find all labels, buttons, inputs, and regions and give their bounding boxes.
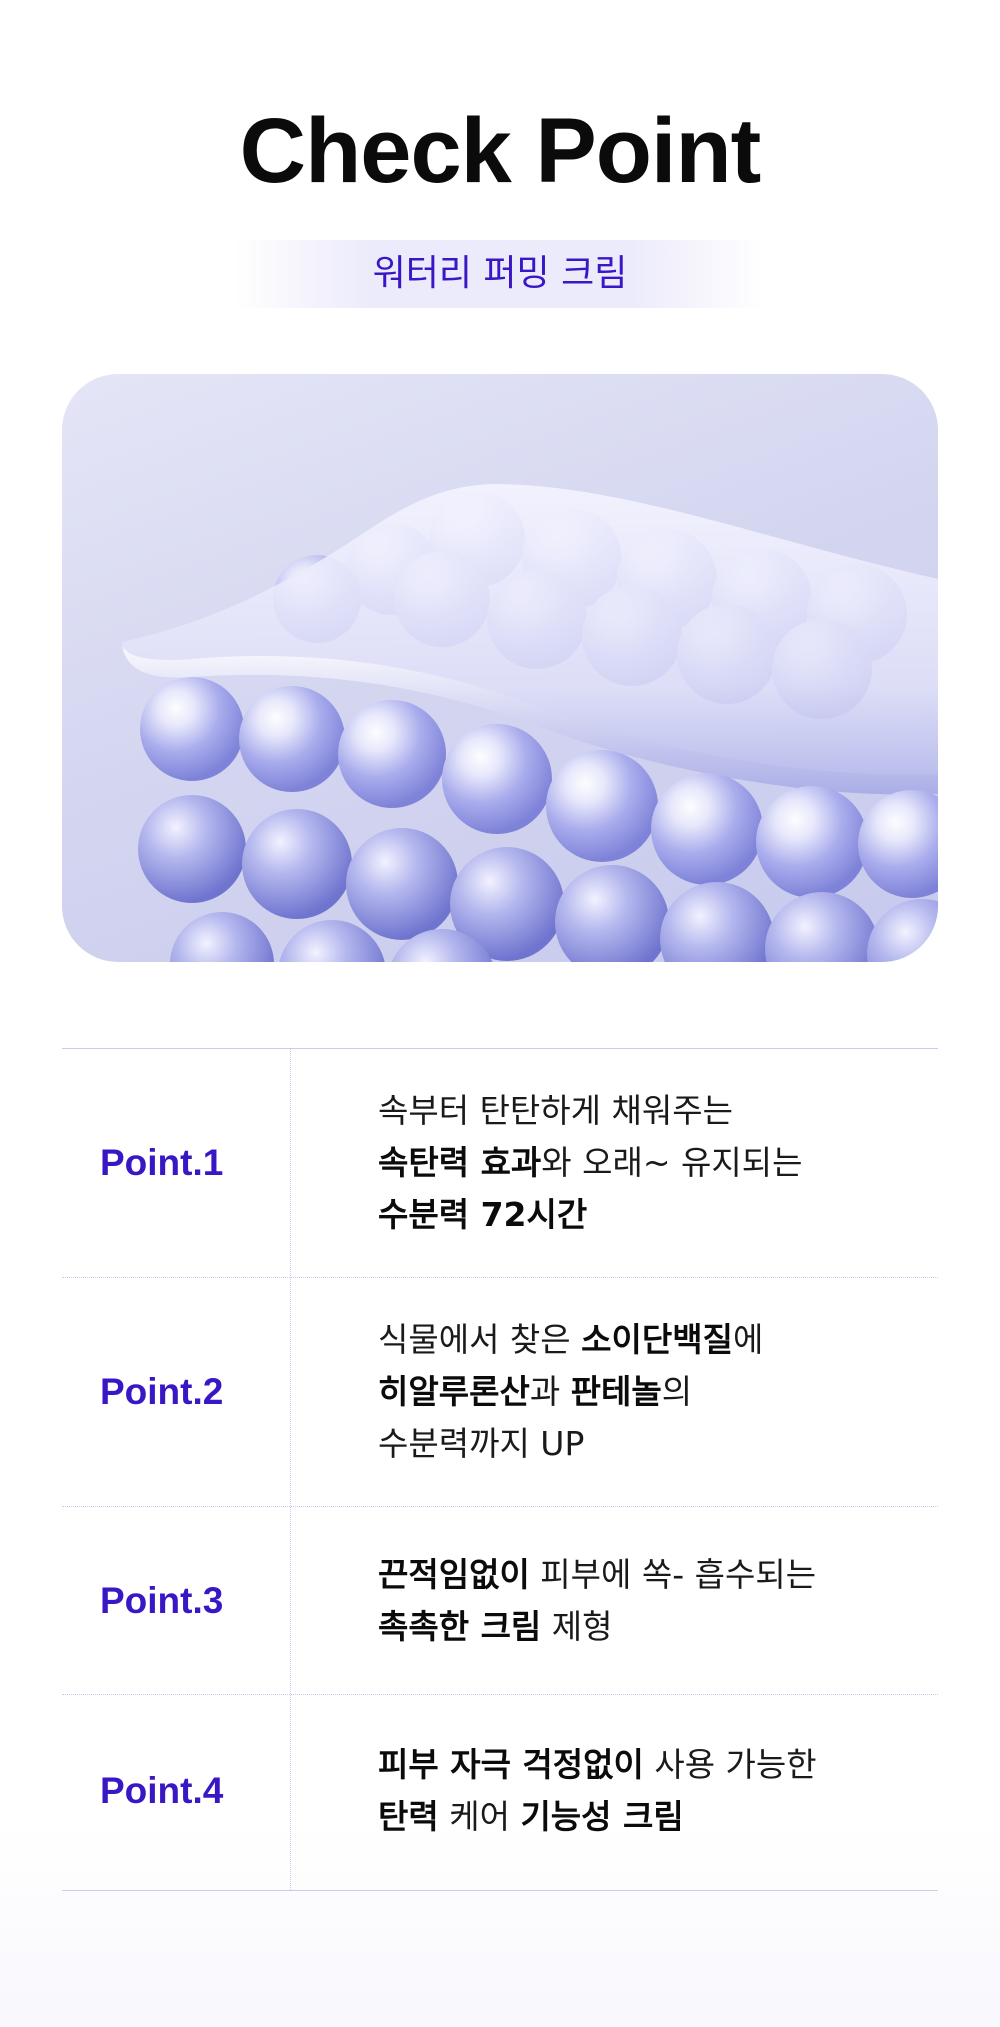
description-line: 속부터 탄탄하게 채워주는 [378, 1085, 802, 1137]
point-label: Point.1 [100, 1142, 224, 1183]
point-row-3: Point.3 끈적임없이 피부에 쏙- 흡수되는 촉촉한 크림 제형 [62, 1507, 938, 1695]
body-text: 과 [529, 1372, 571, 1411]
description-line: 피부 자극 걱정없이 사용 가능한 [378, 1739, 817, 1791]
emphasis-text: 기능성 크림 [520, 1797, 684, 1836]
description-line: 속탄력 효과와 오래~ 유지되는 [378, 1137, 802, 1189]
point-label: Point.3 [100, 1580, 224, 1621]
point-row-4: Point.4 피부 자극 걱정없이 사용 가능한 탄력 케어 기능성 크림 [62, 1695, 938, 1889]
point-description: 식물에서 찾은 소이단백질에 히알루론산과 판테놀의 수분력까지 UP [378, 1314, 763, 1470]
description-line: 탄력 케어 기능성 크림 [378, 1791, 817, 1843]
description-line: 촉촉한 크림 제형 [378, 1601, 816, 1653]
description-line: 수분력까지 UP [378, 1418, 763, 1470]
emphasis-text: 끈적임없이 [378, 1555, 530, 1594]
product-detail-page: Check Point 워터리 퍼밍 크림 Point.1 속부터 탄탄하게 채… [0, 0, 1000, 2027]
emphasis-text: 피부 자극 걱정없이 [378, 1745, 644, 1784]
body-text: 속부터 탄탄하게 채워주는 [378, 1091, 733, 1130]
point-description: 속부터 탄탄하게 채워주는속탄력 효과와 오래~ 유지되는수분력 72시간 [378, 1085, 802, 1241]
body-text: 제형 [541, 1607, 613, 1646]
body-text: 수분력까지 UP [378, 1424, 585, 1463]
body-text: 와 오래~ 유지되는 [541, 1143, 803, 1182]
description-line: 수분력 72시간 [378, 1189, 802, 1241]
emphasis-text: 촉촉한 크림 [378, 1607, 542, 1646]
point-row-2: Point.2 식물에서 찾은 소이단백질에 히알루론산과 판테놀의 수분력까지 U… [62, 1278, 938, 1507]
cream-layer-over-spheres-illustration [122, 484, 938, 962]
body-text: 피부에 쏙- 흡수되는 [529, 1555, 817, 1594]
emphasis-text: 히알루론산 [378, 1372, 530, 1411]
point-description: 끈적임없이 피부에 쏙- 흡수되는 촉촉한 크림 제형 [378, 1549, 816, 1653]
body-text: 케어 [438, 1797, 521, 1836]
point-label: Point.2 [100, 1371, 224, 1412]
hero-image [62, 374, 938, 962]
body-text: 에 [732, 1320, 764, 1359]
emphasis-text: 수분력 72시간 [378, 1195, 588, 1234]
point-row-1: Point.1 속부터 탄탄하게 채워주는속탄력 효과와 오래~ 유지되는수분력… [62, 1049, 938, 1278]
body-text: 사용 가능한 [643, 1745, 817, 1784]
checkpoint-table: Point.1 속부터 탄탄하게 채워주는속탄력 효과와 오래~ 유지되는수분력… [62, 1048, 938, 1891]
description-line: 식물에서 찾은 소이단백질에 [378, 1314, 763, 1366]
page-title: Check Point [239, 100, 762, 202]
body-text: 식물에서 찾은 [378, 1320, 582, 1359]
description-line: 히알루론산과 판테놀의 [378, 1366, 763, 1418]
emphasis-text: 속탄력 효과 [378, 1143, 542, 1182]
point-label: Point.4 [100, 1770, 224, 1811]
emphasis-text: 판테놀 [570, 1372, 662, 1411]
point-description: 피부 자극 걱정없이 사용 가능한 탄력 케어 기능성 크림 [378, 1739, 817, 1843]
body-text: 의 [661, 1372, 693, 1411]
description-line: 끈적임없이 피부에 쏙- 흡수되는 [378, 1549, 816, 1601]
emphasis-text: 탄력 [378, 1797, 439, 1836]
emphasis-text: 소이단백질 [581, 1320, 733, 1359]
product-subtitle: 워터리 퍼밍 크림 [372, 253, 628, 294]
